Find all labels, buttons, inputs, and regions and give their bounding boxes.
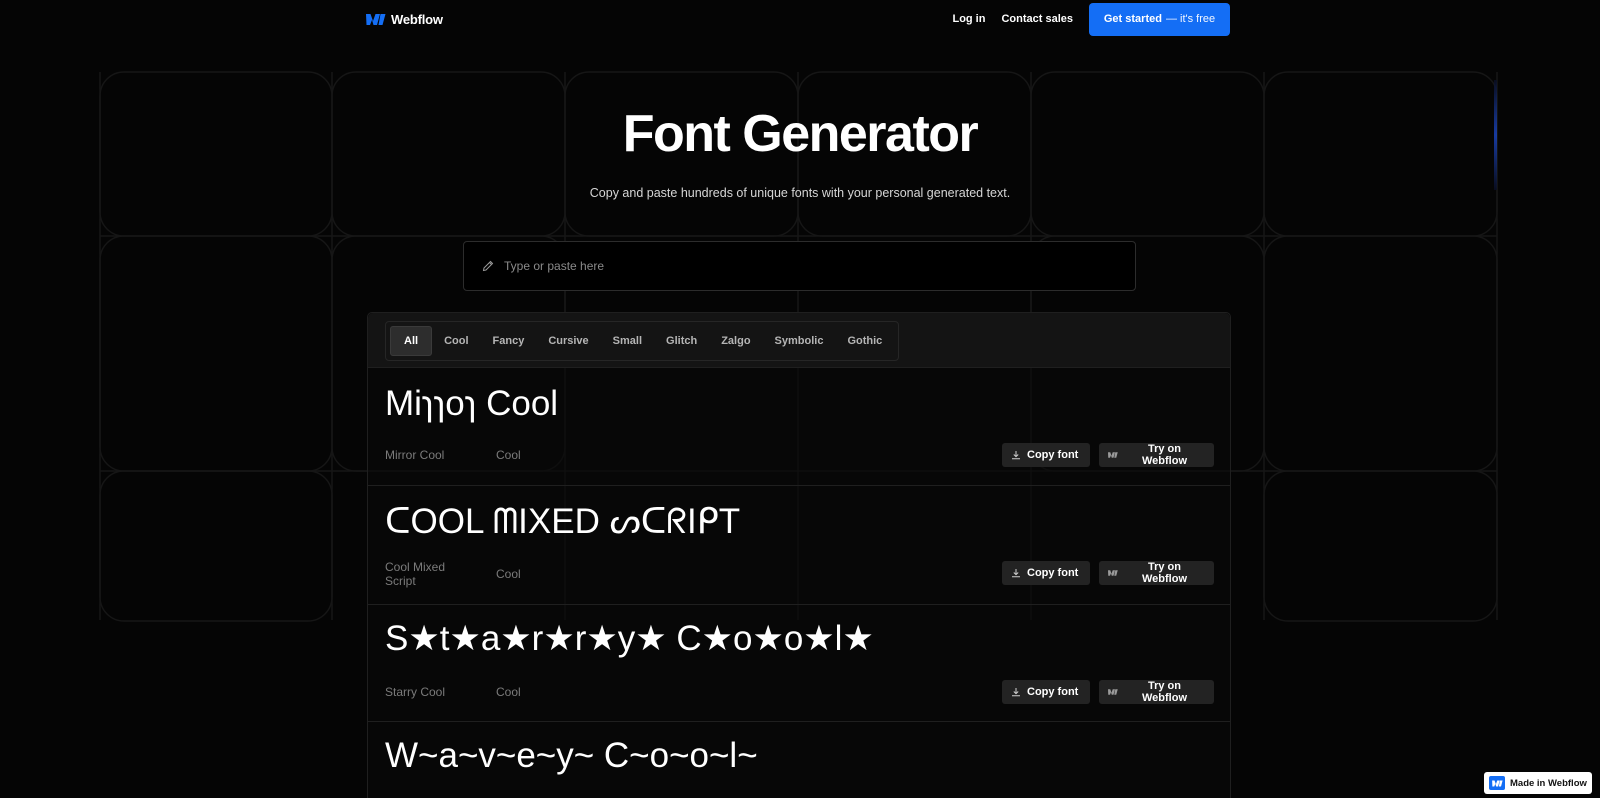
get-started-button[interactable]: Get started — it's free xyxy=(1089,2,1230,36)
category-tabs-bar: All Cool Fancy Cursive Small Glitch Zalg… xyxy=(368,313,1230,368)
webflow-logo-icon xyxy=(1489,776,1505,790)
copy-font-button[interactable]: Copy font xyxy=(1002,561,1090,585)
download-icon xyxy=(1012,688,1020,697)
copy-font-label: Copy font xyxy=(1027,686,1079,698)
page-subtitle: Copy and paste hundreds of unique fonts … xyxy=(589,186,1011,200)
brand-name: Webflow xyxy=(391,11,443,27)
try-on-webflow-label: Try on Webflow xyxy=(1141,443,1187,467)
tab-zalgo[interactable]: Zalgo xyxy=(709,326,762,356)
copy-font-label: Copy font xyxy=(1027,449,1079,461)
copy-font-label: Copy font xyxy=(1027,567,1079,579)
tab-gothic[interactable]: Gothic xyxy=(835,326,894,356)
webflow-logo-icon xyxy=(1108,452,1118,458)
font-name: Starry Cool xyxy=(385,685,446,699)
navbar: Webflow Log in Contact sales Get started… xyxy=(366,0,1230,38)
text-input-container[interactable] xyxy=(463,241,1136,291)
try-on-webflow-label: Try on Webflow xyxy=(1141,561,1187,585)
try-on-webflow-button[interactable]: Try on Webflow xyxy=(1099,561,1214,585)
fonts-panel: All Cool Fancy Cursive Small Glitch Zalg… xyxy=(367,312,1231,798)
font-card: Miɿɿoɿ Cool Mirror Cool Cool Copy font T… xyxy=(368,368,1230,486)
tab-glitch[interactable]: Glitch xyxy=(654,326,709,356)
font-preview[interactable]: ᑕOOL ᗰIXED ᔕᑕᖇIᑭT xyxy=(385,502,740,542)
font-name: Mirror Cool xyxy=(385,448,445,462)
tab-all[interactable]: All xyxy=(390,326,433,356)
font-name: Cool Mixed Script xyxy=(385,560,446,588)
download-icon xyxy=(1012,451,1020,460)
try-on-webflow-button[interactable]: Try on Webflow xyxy=(1099,680,1214,704)
font-category: Cool xyxy=(496,567,521,581)
font-preview[interactable]: W~a~v~e~y~ C~o~o~l~ xyxy=(385,736,758,776)
tab-cursive[interactable]: Cursive xyxy=(536,326,600,356)
nav-actions: Log in Contact sales Get started — it's … xyxy=(952,2,1230,36)
tab-symbolic[interactable]: Symbolic xyxy=(763,326,836,356)
tab-small[interactable]: Small xyxy=(601,326,654,356)
category-tabs: All Cool Fancy Cursive Small Glitch Zalg… xyxy=(385,321,900,361)
webflow-logo-icon xyxy=(1108,570,1118,576)
brand-logo[interactable]: Webflow xyxy=(366,12,443,27)
webflow-logo-icon xyxy=(1108,689,1118,695)
page-title: Font Generator xyxy=(622,105,979,163)
get-started-label: Get started xyxy=(1103,13,1162,25)
copy-font-button[interactable]: Copy font xyxy=(1002,680,1090,704)
font-category: Cool xyxy=(496,685,521,699)
font-category: Cool xyxy=(496,448,521,462)
font-card: ᑕOOL ᗰIXED ᔕᑕᖇIᑭT Cool Mixed Script Cool… xyxy=(368,486,1230,605)
font-preview[interactable]: Miɿɿoɿ Cool xyxy=(385,384,558,424)
tab-cool[interactable]: Cool xyxy=(432,326,480,356)
copy-font-button[interactable]: Copy font xyxy=(1002,443,1090,467)
font-card: S★t★a★r★r★y★ C★o★o★l★ Starry Cool Cool C… xyxy=(368,605,1230,722)
made-in-webflow-badge[interactable]: Made in Webflow xyxy=(1484,772,1592,794)
made-in-webflow-label: Made in Webflow xyxy=(1510,777,1587,789)
get-started-free-label: — it's free xyxy=(1165,13,1216,25)
font-preview[interactable]: S★t★a★r★r★y★ C★o★o★l★ xyxy=(385,619,874,659)
download-icon xyxy=(1012,569,1020,578)
pencil-icon xyxy=(482,260,494,272)
login-link[interactable]: Log in xyxy=(952,13,985,25)
text-input[interactable] xyxy=(504,259,1104,273)
tab-fancy[interactable]: Fancy xyxy=(481,326,537,356)
try-on-webflow-button[interactable]: Try on Webflow xyxy=(1099,443,1214,467)
contact-sales-link[interactable]: Contact sales xyxy=(1001,13,1073,25)
webflow-logo-icon xyxy=(366,13,386,25)
font-card: W~a~v~e~y~ C~o~o~l~ xyxy=(368,722,1230,798)
try-on-webflow-label: Try on Webflow xyxy=(1141,680,1187,704)
